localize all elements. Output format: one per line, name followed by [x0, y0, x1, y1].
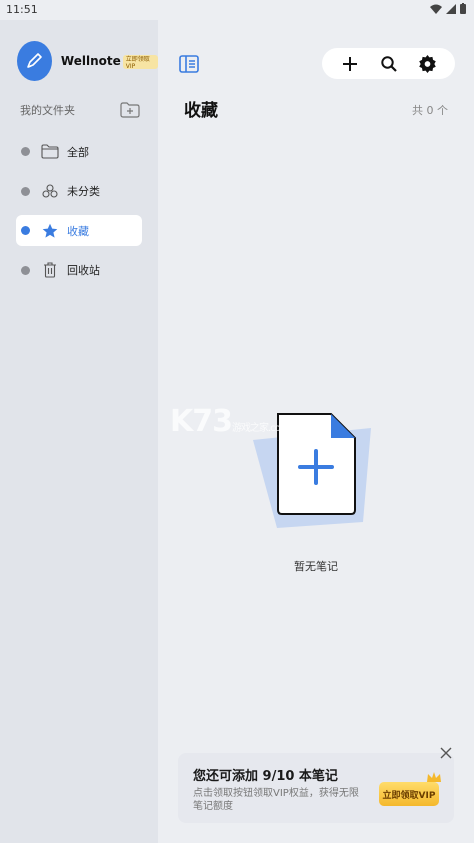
settings-icon [419, 54, 436, 73]
star-icon [41, 222, 59, 240]
status-dot [21, 186, 30, 196]
pencil-icon [27, 53, 43, 68]
trash-icon [41, 261, 59, 279]
watermark-domain: .com [268, 423, 290, 434]
status-bar: 11:51 [0, 0, 474, 20]
sidebar-item-label: 全部 [67, 145, 89, 159]
promo-subtitle: 点击领取按钮领取VIP权益，获得无限笔记额度 [193, 788, 359, 812]
wifi-icon [430, 4, 442, 14]
item-count: 共 0 个 [412, 104, 448, 117]
watermark-sub: 游戏之家 [232, 423, 269, 434]
search-button[interactable] [378, 53, 400, 75]
uncategorized-icon [41, 182, 59, 200]
sidebar-item-trash[interactable]: 回收站 [16, 255, 142, 286]
battery-icon [460, 3, 466, 14]
watermark: K73游戏之家.com [170, 404, 290, 439]
sidebar-item-all[interactable]: 全部 [16, 136, 142, 167]
toolbar [322, 48, 455, 79]
vip-badge[interactable]: 立即领取VIP [122, 55, 158, 70]
app-name: Wellnote [60, 54, 121, 68]
folder-icon [41, 143, 59, 161]
sidebar-item-label: 未分类 [67, 185, 100, 198]
folder-list: 全部 未分类 收藏 回收站 [16, 136, 142, 294]
status-dot [21, 147, 30, 156]
search-icon [380, 55, 397, 72]
app-header: Wellnote 立即领取VIP [17, 41, 158, 81]
claim-vip-button[interactable]: 立即领取VIP [379, 782, 439, 806]
add-button[interactable] [339, 53, 361, 75]
empty-message: 暂无笔记 [294, 560, 338, 573]
sidebar-item-favorites[interactable]: 收藏 [16, 215, 142, 246]
status-dot [21, 226, 30, 235]
sidebar: Wellnote 立即领取VIP 我的文件夹 全部 未分类 收藏 回收站 [0, 20, 158, 843]
sidebar-item-uncategorized[interactable]: 未分类 [16, 176, 142, 207]
vip-promo-banner: 您还可添加 9/10 本笔记 点击领取按钮领取VIP权益，获得无限笔记额度 立即… [178, 753, 454, 823]
folder-header: 我的文件夹 [20, 102, 140, 118]
signal-icon [446, 3, 456, 14]
avatar[interactable] [17, 41, 52, 81]
page-title: 收藏 [184, 101, 218, 121]
watermark-text: K73 [170, 404, 233, 439]
sidebar-toggle-icon[interactable] [178, 53, 200, 75]
sidebar-item-label: 收藏 [67, 224, 89, 238]
settings-button[interactable] [417, 53, 439, 75]
status-time: 11:51 [6, 3, 38, 16]
folder-label: 我的文件夹 [20, 104, 75, 117]
close-icon[interactable] [439, 746, 453, 760]
sidebar-item-label: 回收站 [67, 264, 100, 277]
promo-title: 您还可添加 9/10 本笔记 [193, 769, 338, 784]
add-icon [342, 56, 357, 71]
status-dot [21, 265, 30, 275]
system-icons [430, 3, 466, 14]
add-folder-icon[interactable] [120, 102, 140, 118]
